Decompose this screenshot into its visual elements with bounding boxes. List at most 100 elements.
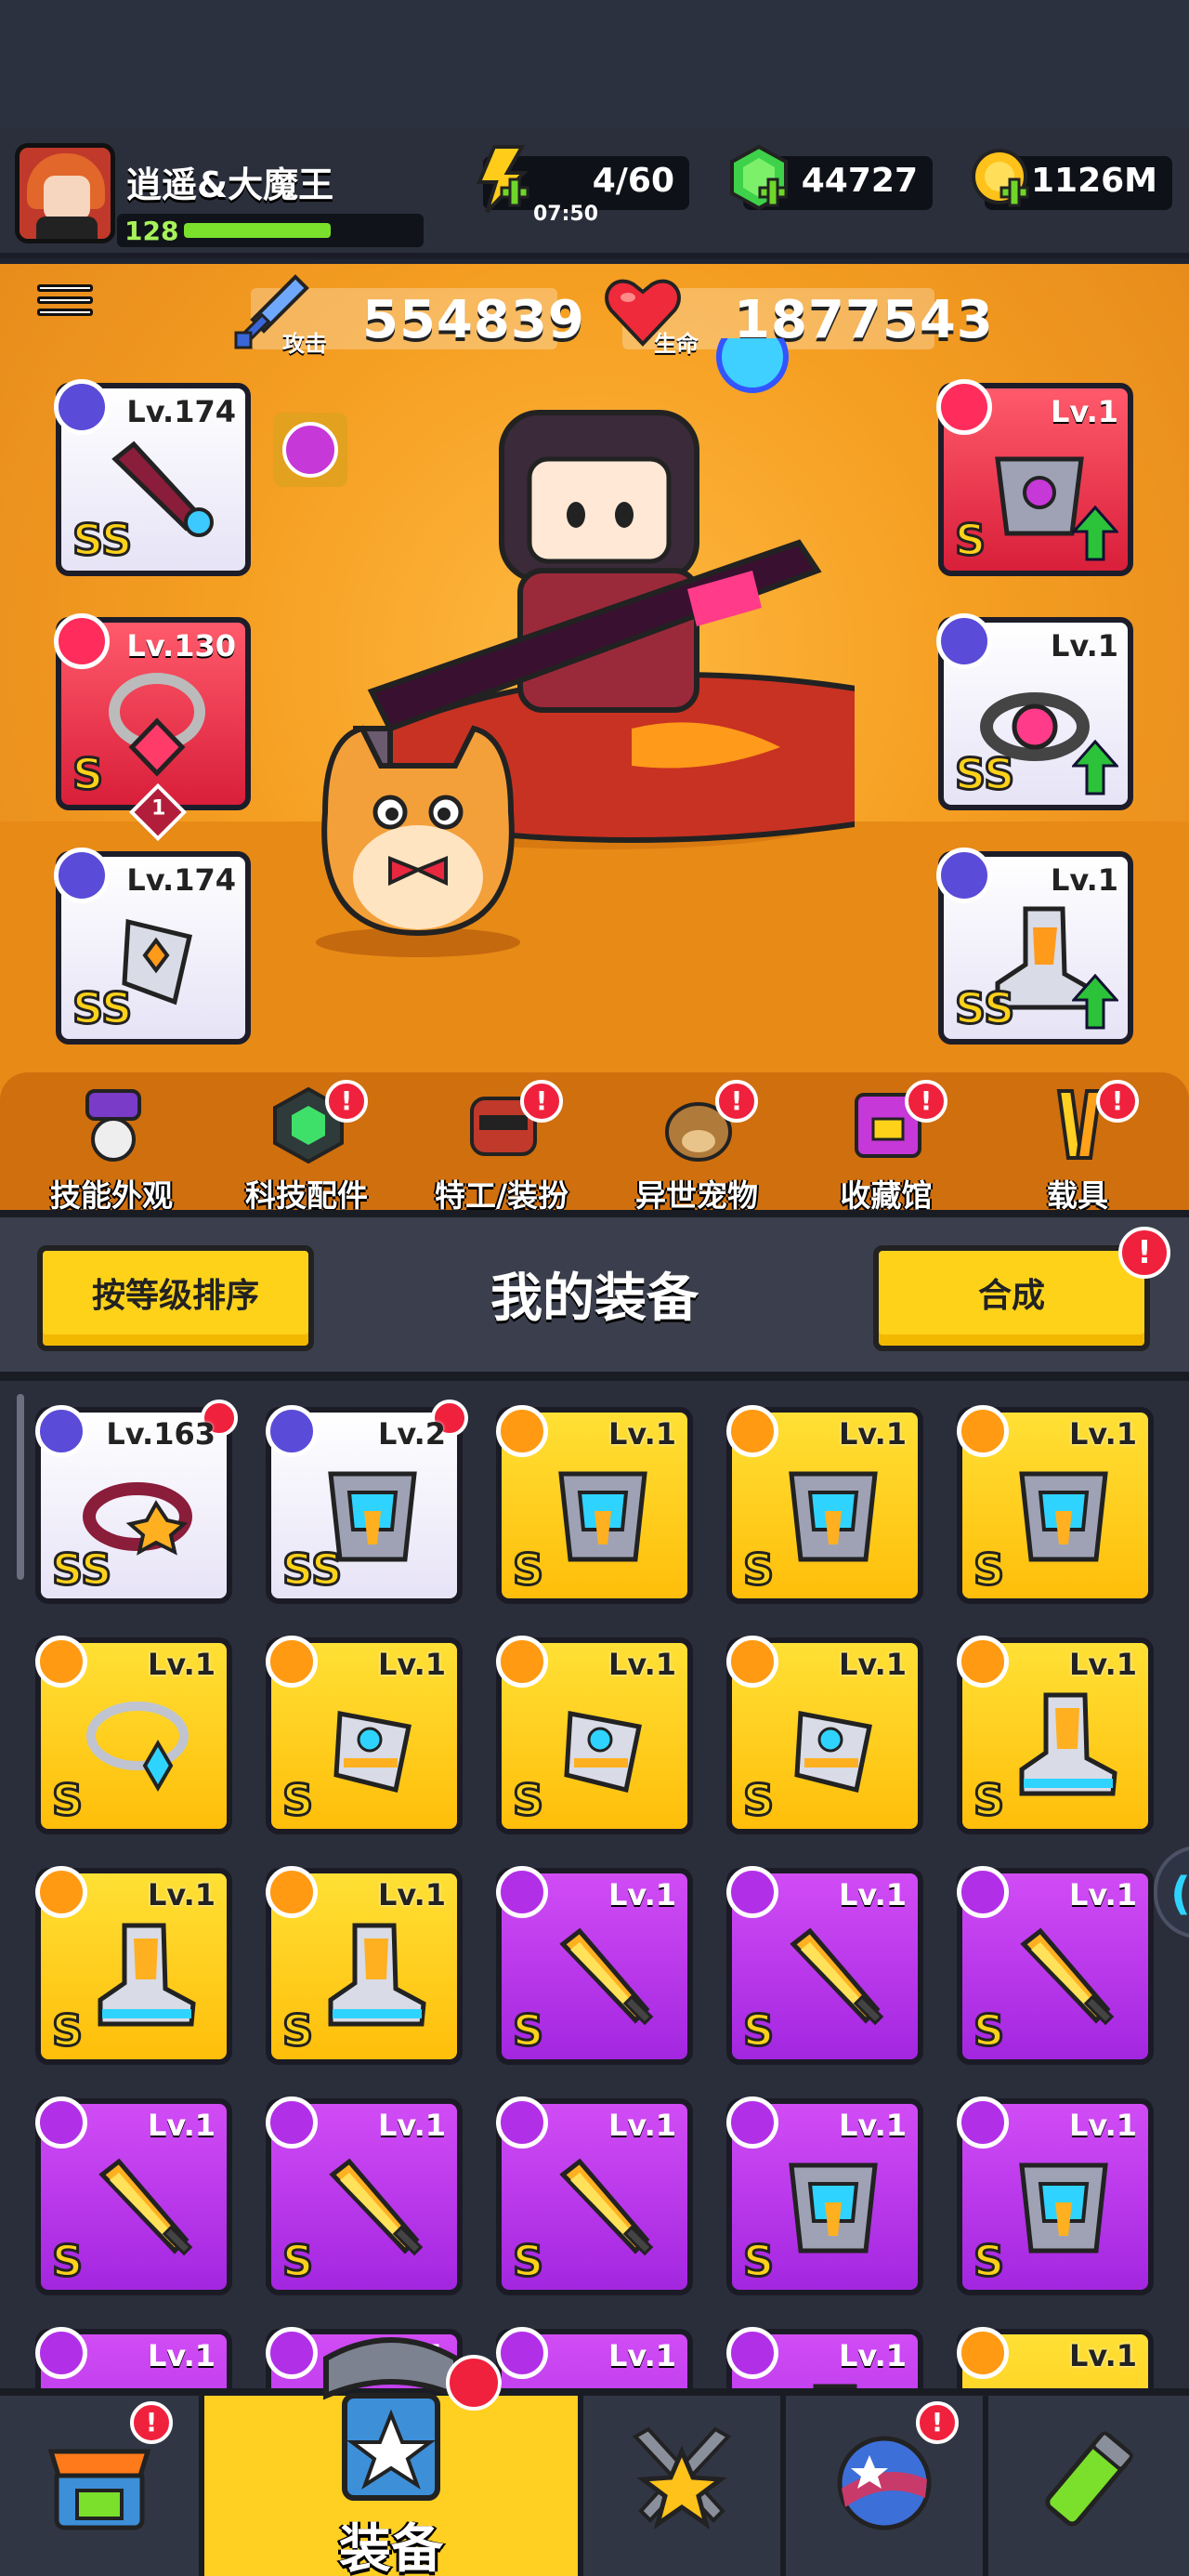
merge-button[interactable]: 合成 bbox=[873, 1245, 1150, 1351]
inventory-item[interactable]: Lv.1 S bbox=[957, 1636, 1154, 1834]
alert-badge bbox=[446, 2355, 502, 2411]
inventory-item[interactable]: Lv.1 S bbox=[726, 1636, 923, 1834]
inventory-item[interactable]: Lv.1 S bbox=[496, 1636, 693, 1834]
player-level: 128 bbox=[124, 216, 179, 246]
glove-item-icon bbox=[1003, 2377, 1124, 2388]
armor-type-icon bbox=[957, 2096, 1009, 2149]
gem-icon bbox=[730, 144, 788, 211]
inventory-item[interactable]: Lv.1 S bbox=[726, 1405, 923, 1604]
inventory-item[interactable]: Lv.1 S bbox=[35, 1866, 232, 2065]
item-grade: S bbox=[281, 2004, 314, 2057]
item-grade: S bbox=[741, 2004, 775, 2057]
inventory-item[interactable]: Lv.1 bbox=[35, 2327, 232, 2388]
glove-type-icon bbox=[726, 1636, 778, 1688]
alert-badge: ! bbox=[325, 1080, 368, 1123]
equipped-grade: SS bbox=[71, 982, 133, 1035]
item-level: Lv.1 bbox=[608, 1877, 676, 1912]
item-level: Lv.1 bbox=[147, 1877, 216, 1912]
inventory-item[interactable]: Lv.1 S bbox=[266, 2096, 463, 2295]
item-level: Lv.1 bbox=[1068, 1416, 1137, 1452]
inventory-item[interactable]: Lv.1 S bbox=[35, 1636, 232, 1834]
armor-type-icon bbox=[726, 2096, 778, 2149]
gem-counter[interactable]: 44727 bbox=[730, 144, 933, 211]
equipped-glove-slot[interactable]: Lv.174 SS bbox=[54, 848, 251, 1045]
inventory-item[interactable]: Lv.1 S bbox=[266, 1866, 463, 2065]
equipped-grade: SS bbox=[71, 514, 133, 567]
upgrade-arrow-icon bbox=[1072, 506, 1118, 561]
boots-type-icon bbox=[266, 1866, 318, 1918]
inventory-item[interactable]: Lv.1 S bbox=[266, 1636, 463, 1834]
inventory-item[interactable]: Lv.163 SS bbox=[35, 1400, 238, 1604]
item-grade: SS bbox=[281, 1544, 343, 1597]
shortcut-agent-outfit[interactable]: 特工/装扮 ! bbox=[409, 1080, 594, 1210]
boots-item-icon bbox=[328, 1923, 426, 2027]
player-header: 逍遥&大魔王 128 4/60 07:50 44727 1126M bbox=[0, 128, 1189, 258]
inventory-item[interactable]: Lv.1 S bbox=[957, 2096, 1154, 2295]
inventory-item[interactable]: Lv.1 bbox=[496, 2327, 693, 2388]
inventory-item[interactable]: Lv.1 S bbox=[496, 1405, 693, 1604]
equipped-level: Lv.130 bbox=[126, 628, 236, 664]
belt-type-icon bbox=[35, 1405, 87, 1457]
equipped-belt-slot[interactable]: Lv.1 SS bbox=[936, 613, 1133, 810]
system-status-bar bbox=[0, 0, 1189, 128]
hero-display: 攻击 554839 生命 1877543 Lv.174 SS Lv.130 S … bbox=[0, 264, 1189, 1210]
list-menu-button[interactable] bbox=[37, 284, 93, 336]
armor-item-icon bbox=[789, 2162, 878, 2254]
equipped-weapon-slot[interactable]: Lv.174 SS bbox=[54, 379, 251, 576]
shortcut-tech-parts[interactable]: 科技配件 ! bbox=[214, 1080, 399, 1210]
equipped-armor-slot[interactable]: Lv.1 S bbox=[936, 379, 1133, 576]
item-grade: S bbox=[972, 2235, 1005, 2288]
item-level: Lv.1 bbox=[1068, 2108, 1137, 2143]
dna-tube-icon bbox=[1045, 2431, 1133, 2527]
armor-item-icon bbox=[789, 1471, 878, 1562]
inventory-item[interactable]: Lv.1 S bbox=[726, 1866, 923, 2065]
nav-shop[interactable]: ! bbox=[0, 2396, 204, 2576]
side-collapse-arrow[interactable]: ( bbox=[1154, 1846, 1189, 1939]
item-level: Lv.1 bbox=[608, 2108, 676, 2143]
item-grade: S bbox=[50, 1774, 84, 1827]
shortcut-vehicle[interactable]: 载具 ! bbox=[985, 1080, 1170, 1210]
skill-skin-icon bbox=[85, 1089, 141, 1162]
equipped-grade: SS bbox=[953, 982, 1015, 1035]
inventory-item[interactable]: Lv.1 S bbox=[726, 2096, 923, 2295]
nav-skills[interactable] bbox=[583, 2396, 786, 2576]
inventory-item[interactable]: Lv.1 S bbox=[496, 1866, 693, 2065]
item-level: Lv.1 bbox=[838, 2338, 907, 2373]
shortcut-pet[interactable]: 异世宠物 ! bbox=[604, 1080, 790, 1210]
player-avatar[interactable] bbox=[15, 143, 115, 243]
inventory-item[interactable]: Lv.1 S bbox=[35, 2096, 232, 2295]
glove-type-icon bbox=[496, 1636, 548, 1688]
boots-type-icon bbox=[957, 1636, 1009, 1688]
inventory-grid[interactable]: ( Lv.163 SS Lv.2 SS Lv.1 S Lv.1 S Lv.1 S Lv.1 S Lv.1… bbox=[0, 1381, 1189, 2388]
shortcut-collection[interactable]: 收藏馆 ! bbox=[793, 1080, 979, 1210]
equipped-boots-slot[interactable]: Lv.1 SS bbox=[936, 848, 1133, 1045]
player-name: 逍遥&大魔王 bbox=[126, 164, 334, 205]
inventory-item[interactable]: Lv.1 S bbox=[496, 2096, 693, 2295]
equipped-grade: S bbox=[71, 748, 104, 801]
inventory-item[interactable]: Lv.2 SS bbox=[266, 1400, 468, 1604]
inventory-item[interactable]: Lv.1 bbox=[726, 2327, 923, 2388]
alert-badge: ! bbox=[905, 1080, 947, 1123]
upgrade-arrow-icon bbox=[1072, 974, 1118, 1030]
item-grade: S bbox=[741, 1544, 775, 1597]
nav-equipment[interactable]: 装备 bbox=[204, 2337, 583, 2576]
inventory-scrollbar[interactable] bbox=[17, 1394, 24, 1580]
coin-counter[interactable]: 1126M bbox=[972, 149, 1172, 210]
equipped-level: Lv.1 bbox=[1050, 628, 1118, 664]
sort-by-level-button[interactable]: 按等级排序 bbox=[37, 1245, 314, 1351]
alert-badge: ! bbox=[1096, 1080, 1139, 1123]
nav-lab[interactable] bbox=[988, 2396, 1189, 2576]
inventory-item[interactable]: Lv.1 bbox=[957, 2327, 1154, 2388]
nav-world[interactable]: ! bbox=[786, 2396, 988, 2576]
pet-cat bbox=[316, 725, 520, 957]
weapon-type-icon bbox=[726, 1866, 778, 1918]
gear-settings-button[interactable] bbox=[273, 413, 347, 487]
inventory-item[interactable]: Lv.1 S bbox=[957, 1405, 1154, 1604]
equipped-necklace-slot[interactable]: Lv.130 S 1 bbox=[54, 613, 251, 842]
glove-type-icon bbox=[54, 848, 110, 903]
inventory-item[interactable]: Lv.1 S bbox=[957, 1866, 1154, 2065]
boots-item-icon bbox=[98, 1923, 196, 2027]
shortcut-label: 科技配件 bbox=[245, 1177, 368, 1210]
shortcut-skill-skin[interactable]: 技能外观 bbox=[19, 1080, 204, 1210]
glove-type-icon bbox=[957, 2327, 1009, 2379]
